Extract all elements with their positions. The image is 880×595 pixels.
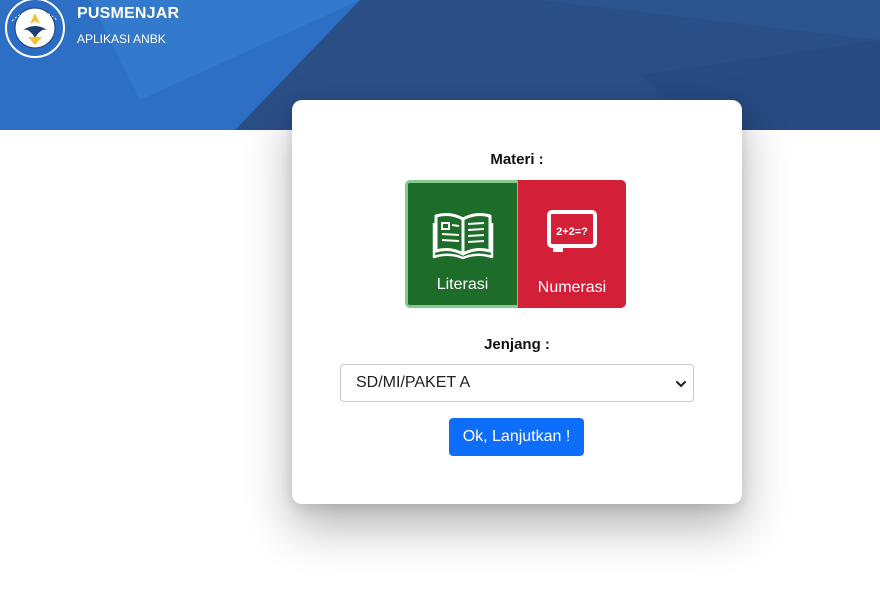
submit-button[interactable]: Ok, Lanjutkan ! — [449, 418, 584, 456]
math-board-text: 2+2=? — [556, 226, 588, 238]
jenjang-label: Jenjang : — [484, 336, 550, 353]
tut-wuri-handayani-logo-icon — [4, 0, 66, 59]
chevron-down-icon — [675, 377, 687, 395]
app-title: PUSMENJAR — [77, 5, 180, 22]
materi-options: Literasi 2+2=? Numerasi — [405, 180, 626, 308]
literasi-label: Literasi — [436, 276, 489, 293]
selection-card: Materi : Literasi 2+2=? Numerasi Jenjang… — [292, 100, 742, 504]
numerasi-label: Numerasi — [537, 279, 607, 296]
math-board-icon: 2+2=? — [545, 208, 599, 261]
materi-label: Materi : — [490, 151, 544, 168]
app-subtitle: APLIKASI ANBK — [77, 32, 166, 46]
jenjang-select[interactable]: SD/MI/PAKET A — [340, 364, 694, 402]
open-book-icon — [432, 211, 494, 266]
numerasi-option-button[interactable]: 2+2=? Numerasi — [518, 180, 626, 308]
literasi-option-button[interactable]: Literasi — [405, 180, 520, 308]
jenjang-selected-value: SD/MI/PAKET A — [356, 374, 471, 391]
